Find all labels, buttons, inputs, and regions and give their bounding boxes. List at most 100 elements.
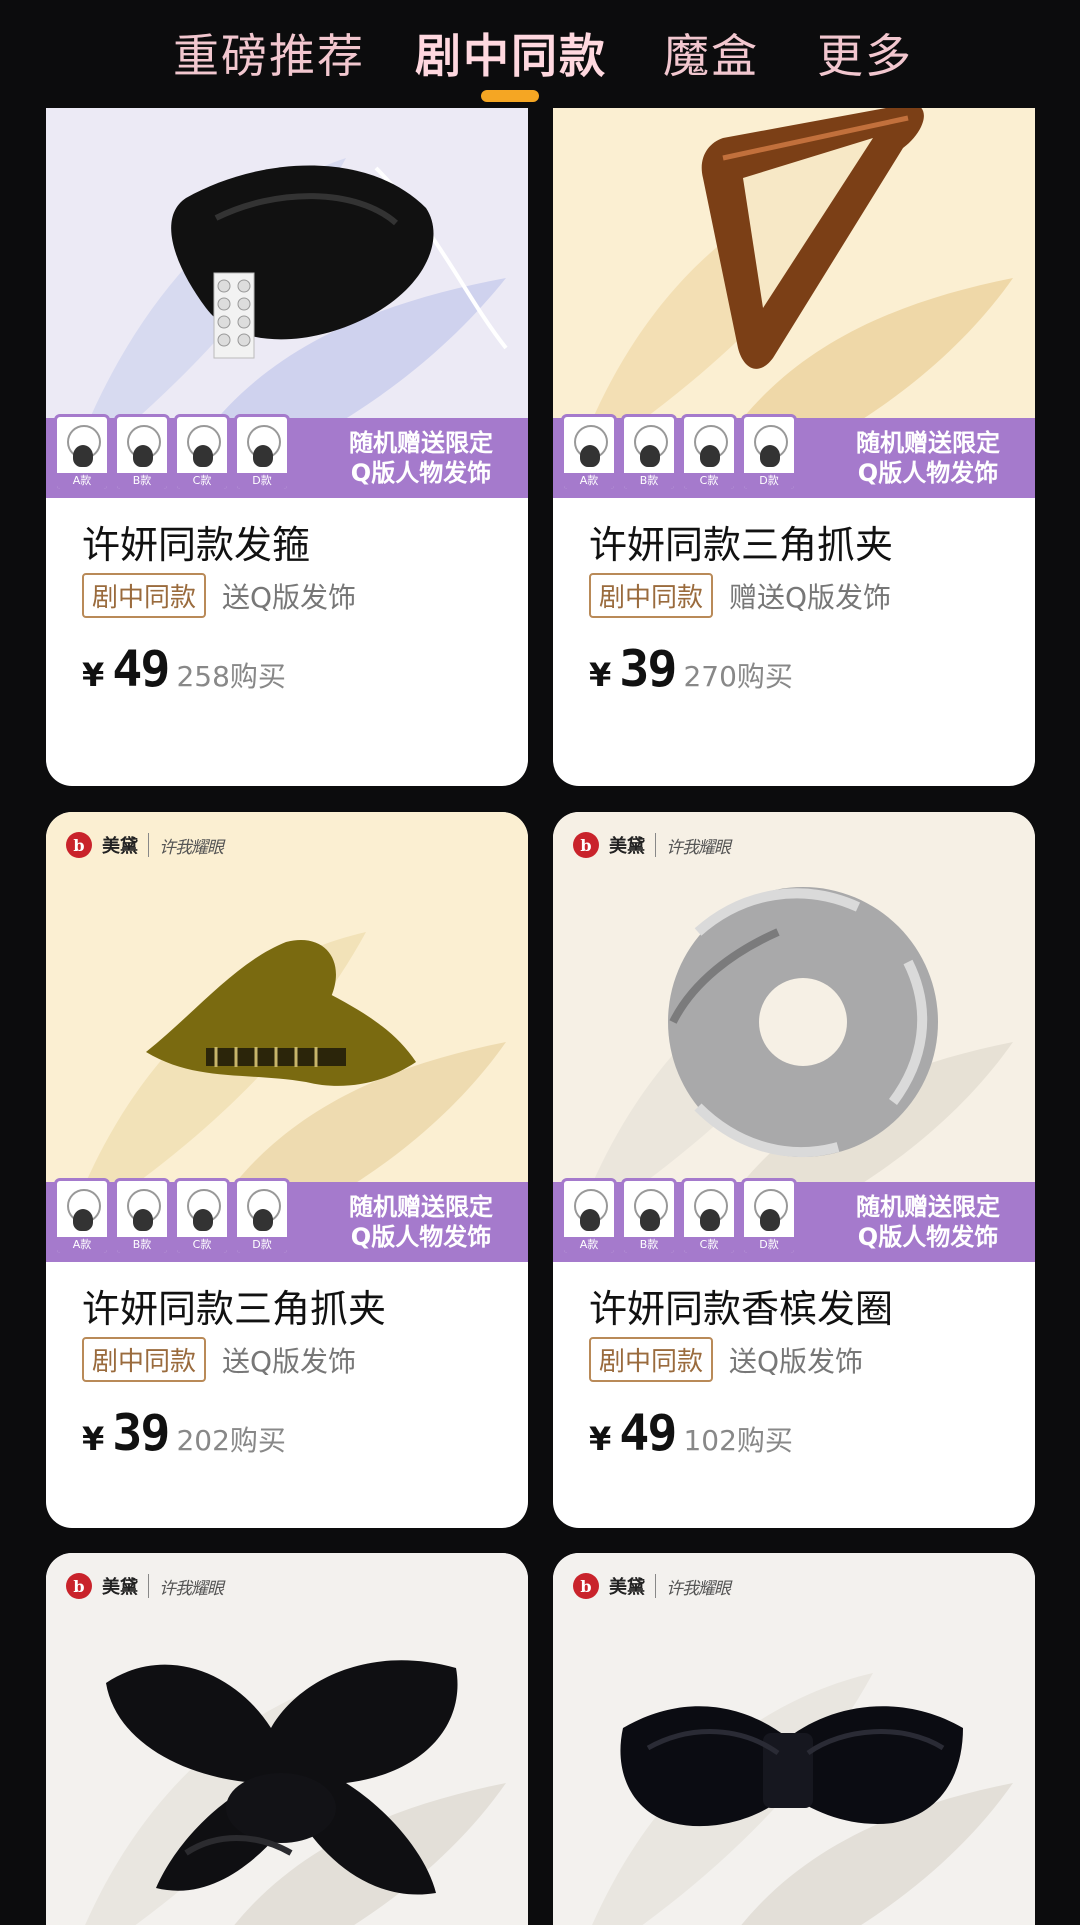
product-image[interactable]: b 美黛 许我耀眼 A款 B款 C款 D款 随机赠送限定 Q版人物发饰	[46, 48, 528, 498]
tab-magic-box[interactable]: 魔盒	[663, 20, 759, 86]
tab-more[interactable]: 更多	[817, 20, 913, 86]
brand-logo: b 美黛 许我耀眼	[573, 828, 731, 862]
gift-note: 赠送Q版发饰	[729, 580, 892, 614]
sales-count: 202购买	[176, 1424, 286, 1457]
tab-bar: 重磅推荐 剧中同款 魔盒 更多	[0, 0, 1080, 108]
drama-logo: 许我耀眼	[159, 837, 224, 858]
currency-symbol: ¥	[82, 656, 105, 694]
status-badge: 剧中同款	[589, 1337, 714, 1382]
promo-line-1: 随机赠送限定	[349, 1193, 493, 1221]
promo-line-2: Q版人物发饰	[350, 459, 492, 487]
promo-text: 随机赠送限定 Q版人物发饰	[843, 1192, 1013, 1252]
product-card[interactable]: b 美黛 许我耀眼	[46, 1553, 528, 1925]
brand-name: 美黛	[609, 836, 645, 857]
brand-mark-icon: b	[66, 832, 92, 858]
product-card[interactable]: b 美黛 许我耀眼 A款 B款 C款 D款 随机赠送限定 Q版人物发饰 许妍同款…	[46, 48, 528, 786]
tag-row: 剧中同款 送Q版发饰	[589, 1337, 863, 1382]
price-row: ¥ 49 258购买	[82, 640, 286, 698]
promo-line-2: Q版人物发饰	[350, 1223, 492, 1251]
gift-card-d: D款	[741, 1178, 797, 1256]
promo-text: 随机赠送限定 Q版人物发饰	[843, 428, 1013, 488]
gift-card-c: C款	[174, 414, 230, 492]
gift-card-b: B款	[114, 414, 170, 492]
product-card[interactable]: b 美黛 许我耀眼 A款 B款 C款 D款 随机赠送限定 Q版人物发饰 许妍同款…	[46, 812, 528, 1528]
divider	[655, 833, 656, 857]
tag-row: 剧中同款 赠送Q版发饰	[589, 573, 891, 618]
price: 49	[112, 640, 170, 698]
product-image[interactable]: b 美黛 许我耀眼	[553, 1553, 1035, 1925]
brand-name: 美黛	[102, 836, 138, 857]
promo-text: 随机赠送限定 Q版人物发饰	[336, 1192, 506, 1252]
gift-card-d: D款	[234, 1178, 290, 1256]
brand-logo: b 美黛 许我耀眼	[66, 828, 224, 862]
brand-mark-icon: b	[573, 832, 599, 858]
sales-count: 258购买	[176, 660, 286, 693]
gift-card-c: C款	[174, 1178, 230, 1256]
drama-logo: 许我耀眼	[159, 1578, 224, 1599]
active-tab-indicator	[481, 90, 539, 102]
promo-line-1: 随机赠送限定	[856, 429, 1000, 457]
sales-count: 270购买	[683, 660, 793, 693]
gift-card-d: D款	[234, 414, 290, 492]
tab-recommend[interactable]: 重磅推荐	[173, 20, 365, 86]
status-badge: 剧中同款	[82, 1337, 207, 1382]
product-image[interactable]: b 美黛 许我耀眼 A款 B款 C款 D款 随机赠送限定 Q版人物发饰	[46, 812, 528, 1262]
bow-scrunchie-icon	[106, 1660, 458, 1895]
product-card[interactable]: b 美黛 许我耀眼	[553, 1553, 1035, 1925]
product-grid: b 美黛 许我耀眼 A款 B款 C款 D款 随机赠送限定 Q版人物发饰 许妍同款…	[0, 0, 1080, 1925]
price-row: ¥ 39 202购买	[82, 1404, 286, 1462]
brand-logo: b 美黛 许我耀眼	[573, 1569, 731, 1603]
product-title[interactable]: 许妍同款发箍	[82, 514, 310, 569]
brand-name: 美黛	[609, 1577, 645, 1598]
brand-mark-icon: b	[66, 1573, 92, 1599]
bow-clip-icon	[620, 1706, 963, 1827]
price-row: ¥ 39 270购买	[589, 640, 793, 698]
promo-line-2: Q版人物发饰	[857, 459, 999, 487]
gift-note: 送Q版发饰	[222, 580, 357, 614]
divider	[148, 833, 149, 857]
price: 49	[619, 1404, 677, 1462]
status-badge: 剧中同款	[82, 573, 207, 618]
status-badge: 剧中同款	[589, 573, 714, 618]
product-title[interactable]: 许妍同款三角抓夹	[589, 514, 893, 569]
promo-line-1: 随机赠送限定	[349, 429, 493, 457]
product-title[interactable]: 许妍同款香槟发圈	[589, 1278, 893, 1333]
gift-card-a: A款	[561, 414, 617, 492]
promo-line-1: 随机赠送限定	[856, 1193, 1000, 1221]
gift-card-b: B款	[621, 1178, 677, 1256]
gift-card-d: D款	[741, 414, 797, 492]
gift-thumbnails: A款 B款 C款 D款	[54, 1178, 290, 1256]
product-image[interactable]: b 美黛 许我耀眼 A款 B款 C款 D款 随机赠送限定 Q版人物发饰	[553, 812, 1035, 1262]
gift-card-c: C款	[681, 414, 737, 492]
gift-card-c: C款	[681, 1178, 737, 1256]
gift-thumbnails: A款 B款 C款 D款	[54, 414, 290, 492]
price: 39	[112, 1404, 170, 1462]
gift-thumbnails: A款 B款 C款 D款	[561, 1178, 797, 1256]
tab-drama-same[interactable]: 剧中同款	[415, 20, 607, 86]
gift-card-b: B款	[114, 1178, 170, 1256]
currency-symbol: ¥	[589, 1420, 612, 1458]
currency-symbol: ¥	[82, 1420, 105, 1458]
promo-text: 随机赠送限定 Q版人物发饰	[336, 428, 506, 488]
divider	[148, 1574, 149, 1598]
product-card[interactable]: b 美黛 许我耀眼 A款 B款 C款 D款 随机赠送限定 Q版人物发饰 许妍同款…	[553, 48, 1035, 786]
gift-thumbnails: A款 B款 C款 D款	[561, 414, 797, 492]
gift-card-a: A款	[54, 1178, 110, 1256]
drama-logo: 许我耀眼	[666, 1578, 731, 1599]
product-card[interactable]: b 美黛 许我耀眼 A款 B款 C款 D款 随机赠送限定 Q版人物发饰 许妍同款…	[553, 812, 1035, 1528]
price: 39	[619, 640, 677, 698]
promo-line-2: Q版人物发饰	[857, 1223, 999, 1251]
tag-row: 剧中同款 送Q版发饰	[82, 573, 356, 618]
product-image[interactable]: b 美黛 许我耀眼 A款 B款 C款 D款 随机赠送限定 Q版人物发饰	[553, 48, 1035, 498]
brand-logo: b 美黛 许我耀眼	[66, 1569, 224, 1603]
price-row: ¥ 49 102购买	[589, 1404, 793, 1462]
brand-name: 美黛	[102, 1577, 138, 1598]
product-image[interactable]: b 美黛 许我耀眼	[46, 1553, 528, 1925]
gift-card-a: A款	[54, 414, 110, 492]
product-title[interactable]: 许妍同款三角抓夹	[82, 1278, 386, 1333]
currency-symbol: ¥	[589, 656, 612, 694]
gift-card-a: A款	[561, 1178, 617, 1256]
gift-note: 送Q版发饰	[729, 1344, 864, 1378]
drama-logo: 许我耀眼	[666, 837, 731, 858]
gift-note: 送Q版发饰	[222, 1344, 357, 1378]
